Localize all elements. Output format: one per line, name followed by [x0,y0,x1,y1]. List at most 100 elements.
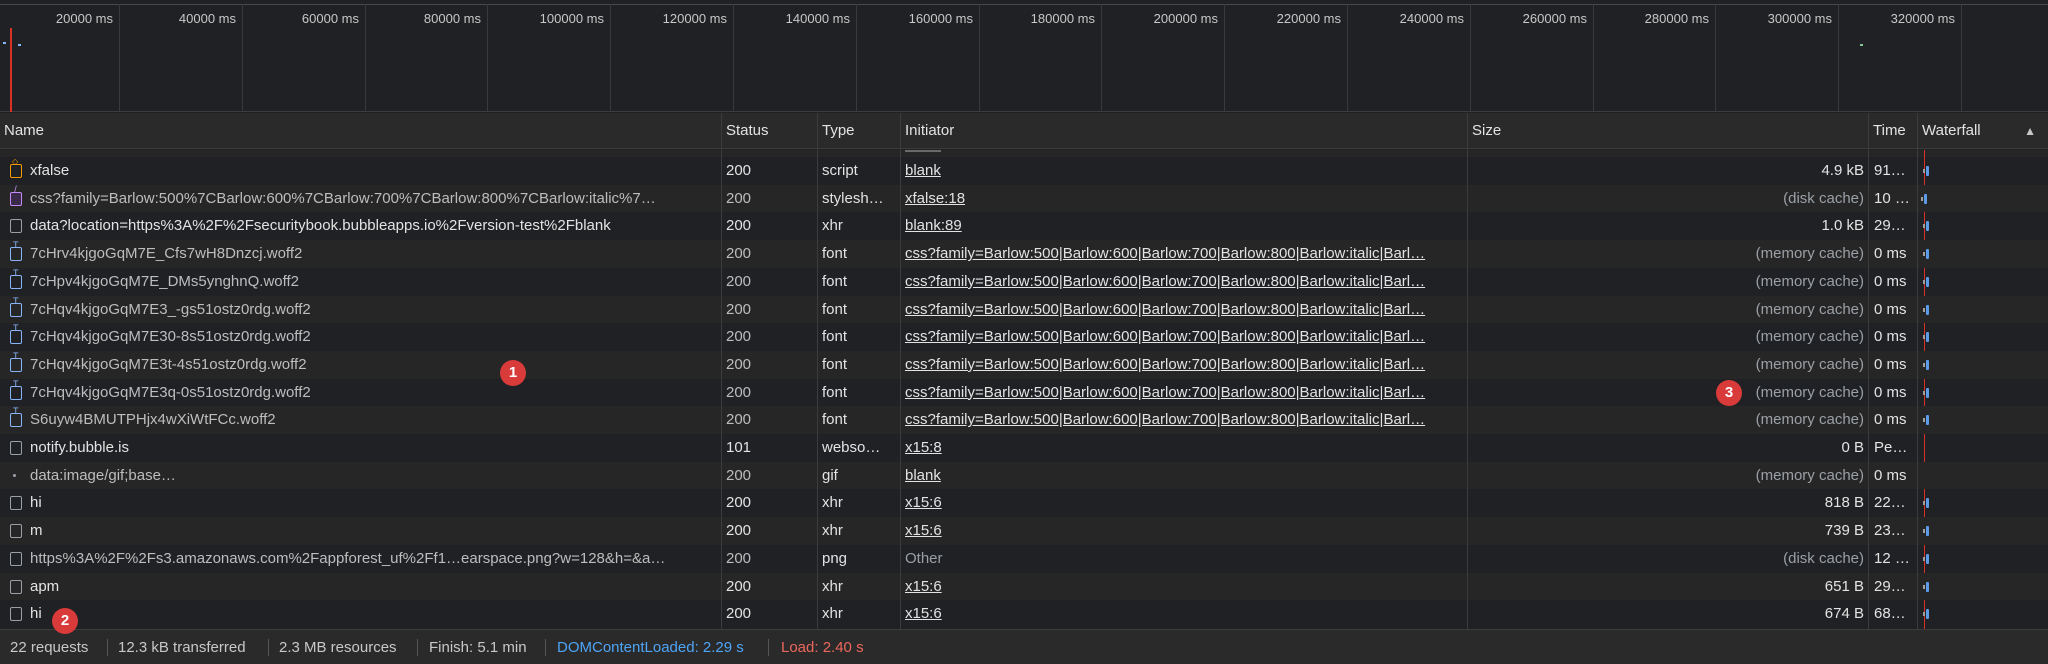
separator [545,639,546,656]
table-row[interactable]: 7cHpv4kjgoGqM7E_DMs5ynghnQ.woff2 200 font c… [0,268,2048,296]
request-type: font [822,328,848,346]
request-time: 0 ms [1874,300,1907,318]
request-status: 200 [726,549,752,567]
request-name: data?location=https%3A%2F%2Fsecuritybook… [30,217,611,235]
stylesheet-icon [10,185,22,206]
waterfall-queue-bar [1923,556,1925,561]
sort-ascending-icon: ▲ [2024,124,2036,138]
initiator-link[interactable]: css?family=Barlow:500|Barlow:600|Barlow:… [905,268,1461,296]
table-row[interactable]: notify.bubble.is 101 webso… x15:8 0 B Pe… [0,434,2048,462]
initiator-link[interactable]: x15:6 [905,573,1461,601]
request-status: 200 [726,383,752,401]
initiator-link[interactable]: x15:6 [905,517,1461,545]
request-time: 0 ms [1874,411,1907,429]
font-icon [10,268,22,289]
overview-top-border [0,4,2048,5]
overview-request-mark [3,42,6,44]
request-type: stylesh… [822,189,884,207]
column-divider[interactable] [817,113,818,629]
initiator-link[interactable]: blank:89 [905,212,1461,240]
request-status: 200 [726,189,752,207]
initiator-link[interactable]: blank [905,157,1461,185]
column-header-initiator[interactable]: Initiator [901,113,1467,149]
column-header-status[interactable]: Status [722,113,818,149]
request-status: 200 [726,217,752,235]
initiator-link[interactable]: css?family=Barlow:500|Barlow:600|Barlow:… [905,240,1461,268]
column-header-waterfall[interactable]: Waterfall ▲ [1918,113,2048,149]
request-size: (disk cache) [1783,189,1864,207]
column-divider[interactable] [1467,113,1468,629]
waterfall-bar [1926,249,1929,260]
column-header-time[interactable]: Time [1869,113,1915,149]
initiator-link[interactable]: blank [905,462,1461,490]
table-row[interactable]: 7cHrv4kjgoGqM7E_Cfs7wH8Dnzcj.woff2 200 fon… [0,240,2048,268]
waterfall-bar [1926,221,1929,232]
request-type: webso… [822,439,881,456]
request-name: xfalse [30,162,70,179]
initiator-link[interactable]: css?family=Barlow:500|Barlow:600|Barlow:… [905,323,1461,351]
initiator-link[interactable]: css?family=Barlow:500|Barlow:600|Barlow:… [905,406,1461,434]
waterfall-bar [1926,304,1929,315]
overview-tick-label: 140000 ms [785,11,850,26]
request-status: 200 [726,522,752,540]
table-row[interactable]: hi 200 xhr x15:6 818 B 22… [0,489,2048,517]
column-divider[interactable] [1868,113,1869,629]
waterfall-bar [1926,526,1929,537]
initiator-link[interactable]: x15:8 [905,434,1461,462]
request-type: xhr [822,522,843,540]
initiator-link[interactable]: x15:6 [905,489,1461,517]
table-row[interactable]: xfalse 200 script blank 4.9 kB 91… [0,157,2048,185]
request-status: 200 [726,245,752,263]
initiator-link[interactable]: css?family=Barlow:500|Barlow:600|Barlow:… [905,296,1461,324]
request-name: 7cHrv4kjgoGqM7E_Cfs7wH8Dnzcj.woff2 [30,245,303,263]
column-header-size[interactable]: Size [1468,113,1864,149]
column-header-name[interactable]: Name [0,113,720,149]
request-size: 739 B [1824,522,1864,540]
request-size: (memory cache) [1755,300,1864,318]
request-time: 68… [1874,605,1906,623]
request-name: hi [30,494,42,512]
document-icon [10,524,22,539]
request-size: (disk cache) [1783,549,1864,567]
request-time: 29… [1874,217,1906,235]
overview-tick-label: 120000 ms [662,11,727,26]
request-name: https%3A%2F%2Fs3.amazonaws.com%2Fappfore… [30,549,666,567]
table-row[interactable]: hi 200 xhr x15:6 674 B 68… [0,600,2048,628]
initiator-link[interactable]: xfalse:18 [905,185,1461,213]
request-type: font [822,272,848,290]
column-header-type[interactable]: Type [818,113,900,149]
column-divider[interactable] [900,113,901,629]
waterfall-queue-bar [1923,390,1925,395]
request-type: xhr [822,577,843,595]
column-divider[interactable] [721,113,722,629]
request-status: 200 [726,328,752,346]
table-row[interactable]: 7cHqv4kjgoGqM7E3t-4s51ostz0rdg.woff2 200 f… [0,350,2048,379]
overview-gridline [365,4,366,112]
column-divider[interactable] [1917,113,1918,629]
initiator-link[interactable]: css?family=Barlow:500|Barlow:600|Barlow:… [905,351,1461,379]
request-status: 200 [726,272,752,290]
request-name: 7cHqv4kjgoGqM7E30-8s51ostz0rdg.woff2 [30,328,311,346]
overview-tick-label: 300000 ms [1767,11,1832,26]
request-size: (memory cache) [1755,355,1864,373]
table-row[interactable]: S6uyw4BMUTPHjx4wXiWtFCc.woff2 200 font css?… [0,406,2048,434]
table-row[interactable]: 7cHqv4kjgoGqM7E30-8s51ostz0rdg.woff2 200 f… [0,323,2048,351]
table-row[interactable]: 7cHqv4kjgoGqM7E3_-gs51ostz0rdg.woff2 200 f… [0,295,2048,324]
table-row[interactable]: apm 200 xhr x15:6 651 B 29… [0,572,2048,601]
table-row[interactable]: css?family=Barlow:500%7CBarlow:600%7CBar… [0,184,2048,213]
initiator-link[interactable]: css?family=Barlow:500|Barlow:600|Barlow:… [905,379,1461,407]
table-row[interactable]: m 200 xhr x15:6 739 B 23… [0,517,2048,545]
overview-timeline[interactable]: 20000 ms 40000 ms 60000 ms 80000 ms 100000 m… [0,0,2048,112]
request-status: 200 [726,577,752,595]
initiator-link[interactable]: x15:6 [905,600,1461,628]
annotation-badge-3: 3 [1716,380,1742,406]
overview-tick-label: 60000 ms [301,11,359,26]
request-count: 22 requests [10,639,89,656]
waterfall-bar [1926,553,1929,564]
table-row[interactable]: data:image/gif;base… 200 gif blank (memory c… [0,461,2048,490]
table-row[interactable]: data?location=https%3A%2F%2Fsecuritybook… [0,212,2048,240]
partial-row [0,150,2048,157]
request-time: 91… [1874,162,1906,179]
table-row[interactable]: https%3A%2F%2Fs3.amazonaws.com%2Fappfore… [0,545,2048,573]
font-icon [10,323,22,345]
